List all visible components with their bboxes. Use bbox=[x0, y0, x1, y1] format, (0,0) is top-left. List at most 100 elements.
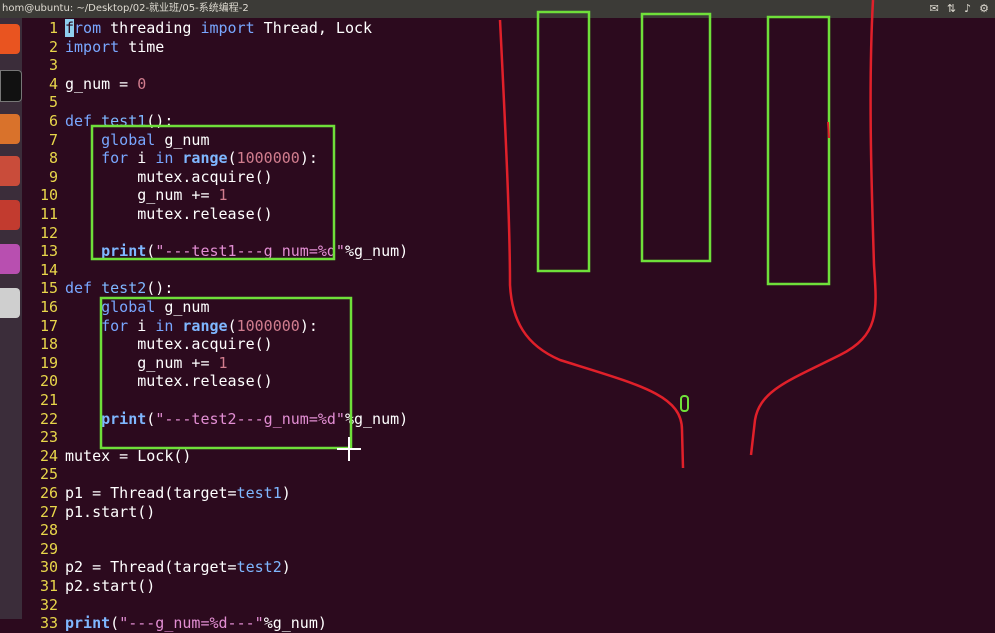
code-line[interactable]: 28 bbox=[22, 521, 982, 540]
code-line[interactable]: 11 mutex.release() bbox=[22, 205, 982, 224]
line-number: 12 bbox=[39, 223, 58, 242]
code-line[interactable]: 21 bbox=[22, 391, 982, 410]
line-number: 29 bbox=[39, 539, 58, 558]
code-text[interactable]: print("---test2---g_num=%d"%g_num) bbox=[65, 410, 408, 429]
line-number: 11 bbox=[39, 205, 58, 223]
code-line[interactable]: 27 p1.start() bbox=[22, 503, 982, 522]
code-text[interactable]: global g_num bbox=[65, 131, 209, 150]
terminal-icon[interactable] bbox=[0, 70, 22, 102]
code-line[interactable]: 32 bbox=[22, 596, 982, 615]
line-number: 10 bbox=[39, 186, 58, 205]
line-number: 14 bbox=[39, 260, 58, 279]
code-text[interactable]: import time bbox=[65, 38, 164, 57]
code-text[interactable]: for i in range(1000000): bbox=[65, 317, 318, 336]
code-line[interactable]: 10 g_num += 1 bbox=[22, 186, 982, 205]
software-center-icon[interactable] bbox=[0, 200, 20, 230]
code-text[interactable]: for i in range(1000000): bbox=[65, 149, 318, 168]
line-number: 4 bbox=[48, 74, 58, 93]
line-number: 5 bbox=[48, 93, 58, 112]
code-line[interactable]: 18 mutex.acquire() bbox=[22, 335, 982, 354]
code-line[interactable]: 4 g_num = 0 bbox=[22, 75, 982, 94]
drive-icon[interactable] bbox=[0, 288, 20, 318]
code-line[interactable]: 14 bbox=[22, 261, 982, 280]
code-line[interactable]: 25 bbox=[22, 465, 982, 484]
code-line[interactable]: 29 bbox=[22, 540, 982, 559]
line-number: 7 bbox=[48, 130, 58, 149]
line-number: 3 bbox=[48, 56, 58, 75]
line-number: 2 bbox=[48, 37, 58, 56]
code-text[interactable]: from threading import Thread, Lock bbox=[65, 19, 372, 38]
files-icon[interactable] bbox=[0, 114, 20, 144]
line-number: 31 bbox=[39, 577, 58, 595]
line-number: 25 bbox=[39, 465, 58, 484]
line-number: 28 bbox=[39, 521, 58, 540]
line-number: 13 bbox=[39, 242, 58, 261]
line-number: 20 bbox=[39, 372, 58, 391]
line-number: 9 bbox=[48, 167, 58, 186]
code-line[interactable]: 17 for i in range(1000000): bbox=[22, 317, 982, 336]
dash-icon[interactable] bbox=[0, 24, 20, 54]
code-text[interactable]: global g_num bbox=[65, 298, 209, 317]
code-line[interactable]: 7 global g_num bbox=[22, 131, 982, 150]
code-line[interactable]: 26 p1 = Thread(target=test1) bbox=[22, 484, 982, 503]
code-line[interactable]: 9 mutex.acquire() bbox=[22, 168, 982, 187]
settings-icon[interactable]: ⚙ bbox=[979, 0, 989, 18]
app-icon[interactable] bbox=[0, 244, 20, 274]
code-line[interactable]: 5 bbox=[22, 93, 982, 112]
code-line[interactable]: 31 p2.start() bbox=[22, 577, 982, 596]
code-text[interactable]: p1.start() bbox=[65, 503, 155, 522]
window-title: hom@ubuntu: ~/Desktop/02-就业班/05-系统编程-2 bbox=[2, 3, 249, 14]
code-text[interactable]: g_num += 1 bbox=[65, 186, 227, 205]
code-line[interactable]: 6 def test1(): bbox=[22, 112, 982, 131]
line-number: 6 bbox=[48, 112, 58, 130]
code-line[interactable]: 1 from threading import Thread, Lock bbox=[22, 19, 982, 38]
volume-icon[interactable]: ♪ bbox=[964, 0, 971, 18]
code-line[interactable]: 15 def test2(): bbox=[22, 279, 982, 298]
code-editor[interactable]: 1 from threading import Thread, Lock 2 impo… bbox=[22, 18, 995, 632]
code-text[interactable]: p2 = Thread(target=test2) bbox=[65, 558, 291, 577]
code-text[interactable]: mutex = Lock() bbox=[65, 447, 191, 466]
code-line[interactable]: 2 import time bbox=[22, 38, 982, 57]
code-line[interactable]: 20 mutex.release() bbox=[22, 372, 982, 391]
code-text[interactable]: def test2(): bbox=[65, 279, 173, 298]
code-line[interactable]: 33 print("---g_num=%d---"%g_num) bbox=[22, 614, 982, 633]
code-text[interactable]: def test1(): bbox=[65, 112, 173, 131]
code-text[interactable]: g_num = 0 bbox=[65, 75, 146, 94]
code-line[interactable]: 19 g_num += 1 bbox=[22, 354, 982, 373]
code-line[interactable]: 12 bbox=[22, 224, 982, 243]
line-number: 22 bbox=[39, 409, 58, 428]
code-line[interactable]: 22 print("---test2---g_num=%d"%g_num) bbox=[22, 410, 982, 429]
code-text[interactable]: mutex.acquire() bbox=[65, 335, 272, 354]
crosshair-cursor-icon bbox=[337, 437, 361, 461]
line-number: 26 bbox=[39, 484, 58, 502]
code-text[interactable]: mutex.release() bbox=[65, 205, 272, 224]
code-text[interactable]: g_num += 1 bbox=[65, 354, 227, 373]
line-number: 8 bbox=[48, 149, 58, 168]
code-text[interactable]: p1 = Thread(target=test1) bbox=[65, 484, 291, 503]
line-number: 30 bbox=[39, 558, 58, 577]
network-icon[interactable]: ⇅ bbox=[947, 0, 956, 18]
line-number: 15 bbox=[39, 279, 58, 298]
code-line[interactable]: 3 bbox=[22, 56, 982, 75]
code-line[interactable]: 8 for i in range(1000000): bbox=[22, 149, 982, 168]
code-line[interactable]: 16 global g_num bbox=[22, 298, 982, 317]
code-text[interactable]: mutex.release() bbox=[65, 372, 272, 391]
line-number: 21 bbox=[39, 391, 58, 409]
line-number: 27 bbox=[39, 502, 58, 521]
launcher-sidebar bbox=[0, 18, 22, 619]
code-line[interactable]: 13 print("---test1---g_num=%d"%g_num) bbox=[22, 242, 982, 261]
code-text[interactable]: p2.start() bbox=[65, 577, 155, 596]
code-line[interactable]: 24 mutex = Lock() bbox=[22, 447, 982, 466]
code-text[interactable]: print("---g_num=%d---"%g_num) bbox=[65, 614, 327, 633]
code-text[interactable]: print("---test1---g_num=%d"%g_num) bbox=[65, 242, 408, 261]
code-line[interactable]: 30 p2 = Thread(target=test2) bbox=[22, 558, 982, 577]
window-titlebar: hom@ubuntu: ~/Desktop/02-就业班/05-系统编程-2 ✉… bbox=[0, 0, 995, 18]
code-line[interactable]: 23 bbox=[22, 428, 982, 447]
office-icon[interactable] bbox=[0, 156, 20, 186]
mail-icon[interactable]: ✉ bbox=[930, 0, 939, 18]
line-number: 1 bbox=[48, 19, 58, 37]
code-text[interactable]: mutex.acquire() bbox=[65, 168, 272, 187]
line-number: 24 bbox=[39, 446, 58, 465]
line-number: 32 bbox=[39, 595, 58, 614]
line-number: 23 bbox=[39, 428, 58, 447]
